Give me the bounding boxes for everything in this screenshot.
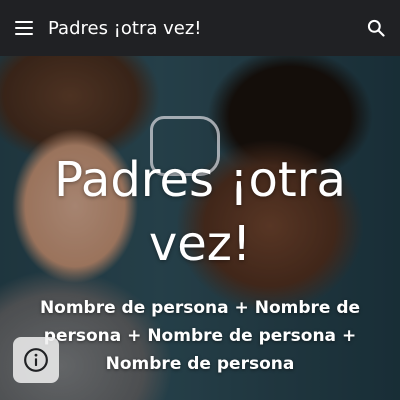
hero-subtitle: Nombre de persona + Nombre de persona + … [39,298,361,374]
hero-title: Padres ¡otra vez! [54,152,346,272]
menu-icon [15,21,33,35]
site-title[interactable]: Padres ¡otra vez! [48,18,352,39]
search-button[interactable] [352,0,400,56]
app-bar: Padres ¡otra vez! [0,0,400,56]
image-info-button[interactable] [13,337,59,383]
menu-button[interactable] [0,0,48,56]
search-icon [367,19,385,37]
hero-banner: Padres ¡otra vez! Nombre de persona + No… [0,56,400,400]
hero-content: Padres ¡otra vez! Nombre de persona + No… [0,56,400,400]
info-icon [24,348,48,372]
